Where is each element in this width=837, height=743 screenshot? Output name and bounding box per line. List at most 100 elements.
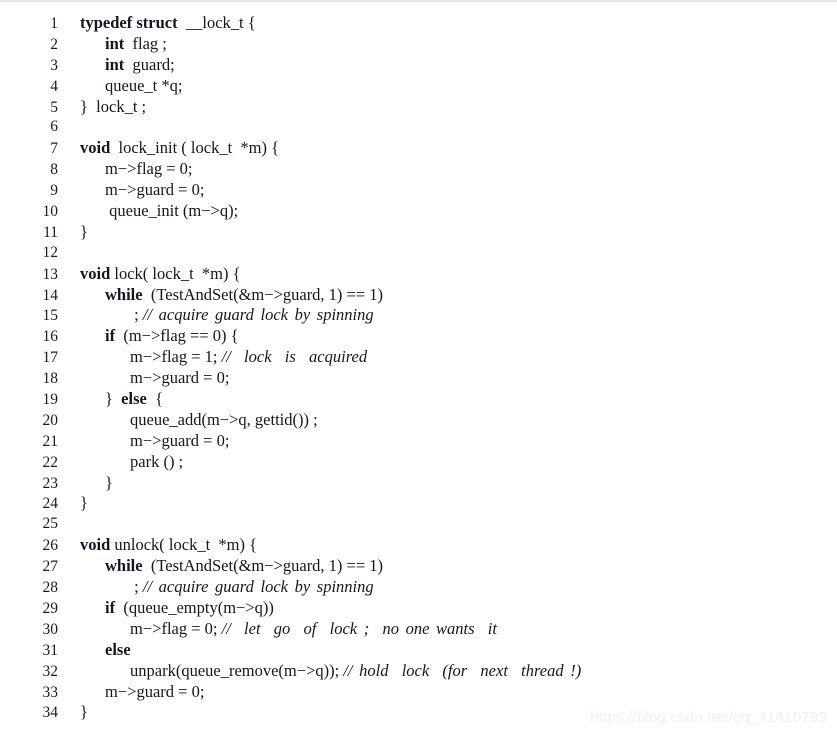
code-line: 4 queue_t *q; [0, 76, 837, 97]
code-keyword: if [105, 597, 116, 617]
line-number: 14 [42, 286, 59, 304]
line-number: 32 [42, 662, 59, 680]
code-line: 22 park () ; [0, 452, 837, 473]
code-token: } [105, 472, 113, 492]
code-line: 23} [0, 473, 837, 494]
code-text: m−>flag = 0; // let go of lock ; no one … [58, 619, 497, 640]
code-text: void lock( lock_t *m) { [58, 264, 241, 285]
code-text: } [58, 702, 88, 723]
code-line: 6 [0, 117, 837, 138]
code-text: if (queue_empty(m−>q)) [58, 598, 274, 619]
code-keyword: while [105, 556, 143, 576]
code-token: m−>flag = 0; [130, 618, 222, 638]
code-text: m−>guard = 0; [58, 431, 229, 452]
code-text: queue_add(m−>q, gettid()) ; [58, 410, 318, 431]
code-line: 2 int flag ; [0, 34, 837, 55]
code-token: m−>guard = 0; [130, 430, 230, 450]
code-text: } else { [58, 389, 163, 410]
code-token: (TestAndSet(&m−>guard, 1) == 1) [142, 284, 384, 304]
code-token: __lock_t { [177, 13, 256, 32]
code-keyword: while [105, 284, 143, 304]
code-line: 32 unpark(queue_remove(m−>q)); // hold lo… [0, 661, 837, 682]
code-token: park () ; [130, 451, 184, 471]
code-line: 11} [0, 222, 837, 243]
code-keyword: void [80, 535, 111, 555]
code-line: 3 int guard; [0, 55, 837, 76]
line-number: 20 [42, 411, 59, 429]
line-number: 9 [50, 182, 58, 200]
watermark-text: https://blog.csdn.net/qq_41410799 [590, 709, 827, 726]
code-comment: // let go of lock ; no one wants it [221, 618, 497, 638]
line-number: 11 [43, 223, 58, 241]
code-line: 10 queue_init (m−>q); [0, 201, 837, 222]
code-text: while (TestAndSet(&m−>guard, 1) == 1) [58, 285, 383, 306]
code-line: 27 while (TestAndSet(&m−>guard, 1) == 1) [0, 556, 837, 577]
code-text: else [58, 640, 131, 661]
line-number: 10 [42, 203, 59, 221]
code-text: } [58, 222, 88, 243]
code-line: 21 m−>guard = 0; [0, 431, 837, 452]
line-number: 34 [42, 704, 59, 722]
code-line: 17 m−>flag = 1; // lock is acquired [0, 347, 837, 368]
line-number: 5 [50, 98, 58, 116]
line-number: 23 [42, 474, 59, 492]
line-number: 27 [42, 558, 59, 576]
code-keyword: typedef struct [80, 13, 178, 32]
line-number: 22 [42, 453, 59, 471]
line-number: 4 [50, 77, 58, 95]
line-number: 15 [42, 307, 59, 325]
code-line: 33 m−>guard = 0; [0, 682, 837, 703]
top-divider [0, 0, 837, 2]
code-token: m−>flag = 0; [105, 159, 193, 179]
code-line: 25 [0, 514, 837, 535]
code-token: m−>guard = 0; [130, 368, 230, 388]
code-keyword: int [105, 33, 125, 53]
code-text: unpark(queue_remove(m−>q)); // hold lock… [58, 661, 581, 682]
line-number: 6 [50, 118, 58, 136]
code-line: 12 [0, 243, 837, 264]
code-token: (queue_empty(m−>q)) [115, 597, 274, 617]
code-line: 1 typedef struct __lock_t { [0, 13, 837, 34]
code-token: queue_add(m−>q, gettid()) ; [130, 409, 318, 429]
code-text: if (m−>flag == 0) { [58, 326, 239, 347]
code-token: ; [130, 305, 143, 325]
line-number: 31 [42, 641, 59, 659]
code-token: } [80, 702, 88, 722]
code-line: 8 m−>flag = 0; [0, 159, 837, 180]
line-number: 12 [42, 243, 59, 261]
code-comment: // lock is acquired [221, 347, 368, 367]
code-token: m−>flag = 1; [130, 347, 222, 367]
line-number: 19 [42, 391, 59, 409]
code-text: ; // acquire guard lock by spinning [58, 577, 374, 598]
line-number: 18 [42, 370, 59, 388]
code-line: 7 void lock_init ( lock_t *m) { [0, 138, 837, 159]
code-line: 14 while (TestAndSet(&m−>guard, 1) == 1) [0, 285, 837, 306]
code-text: while (TestAndSet(&m−>guard, 1) == 1) [58, 556, 383, 577]
code-line: 24} [0, 493, 837, 514]
line-number: 25 [42, 515, 59, 533]
code-keyword: else [121, 389, 147, 409]
code-line: 9 m−>guard = 0; [0, 180, 837, 201]
code-text: ; // acquire guard lock by spinning [58, 305, 374, 326]
code-token: } lock_t ; [80, 96, 147, 116]
code-text: m−>guard = 0; [58, 368, 229, 389]
code-text: queue_init (m−>q); [58, 201, 238, 222]
code-text: m−>flag = 1; // lock is acquired [58, 347, 367, 368]
line-number: 16 [42, 328, 59, 346]
code-line: 29 if (queue_empty(m−>q)) [0, 598, 837, 619]
code-line: 31 else [0, 640, 837, 661]
code-text: m−>guard = 0; [58, 180, 204, 201]
code-token: flag ; [124, 33, 167, 53]
line-number: 21 [42, 432, 59, 450]
code-token: guard; [124, 54, 175, 74]
code-comment: // hold lock (for next thread !) [343, 660, 582, 680]
code-line: 26 void unlock( lock_t *m) { [0, 535, 837, 556]
line-number: 8 [50, 161, 58, 179]
code-text: void unlock( lock_t *m) { [58, 535, 257, 556]
code-token: } [80, 493, 88, 513]
code-token: lock_init ( lock_t *m) { [110, 138, 280, 158]
code-line: 16 if (m−>flag == 0) { [0, 326, 837, 347]
code-keyword: int [105, 54, 125, 74]
line-number: 29 [42, 599, 59, 617]
line-number: 17 [42, 349, 59, 367]
